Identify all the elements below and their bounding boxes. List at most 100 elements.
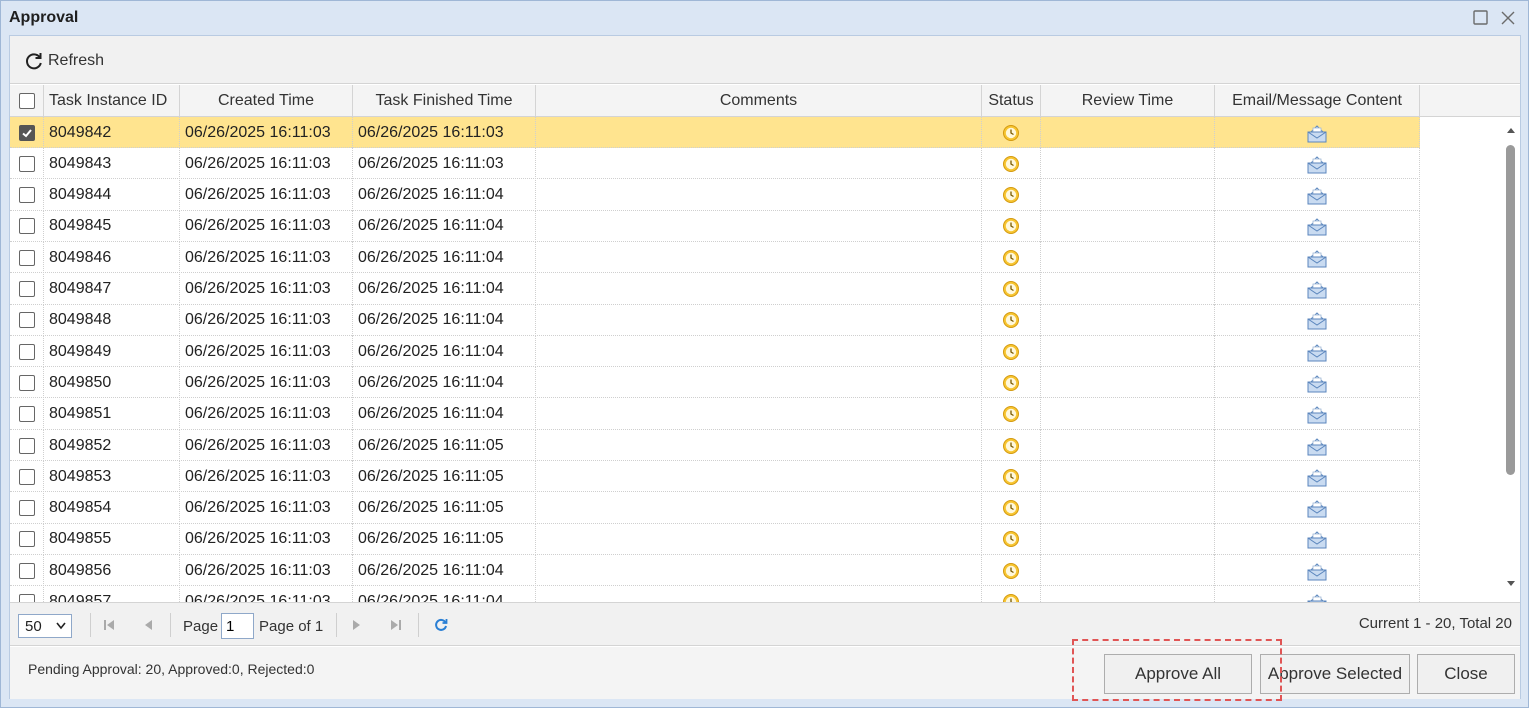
table-row[interactable]: 8049852 06/26/2025 16:11:03 06/26/2025 16:…	[10, 430, 1420, 461]
envelope-icon[interactable]	[1306, 561, 1328, 581]
cell-comments	[536, 523, 982, 555]
envelope-icon[interactable]	[1306, 373, 1328, 393]
envelope-icon[interactable]	[1306, 467, 1328, 487]
cell-created-time: 06/26/2025 16:11:03	[180, 586, 353, 602]
envelope-icon[interactable]	[1306, 310, 1328, 330]
refresh-button[interactable]: Refresh	[18, 48, 110, 74]
envelope-icon[interactable]	[1306, 279, 1328, 299]
cell-task-finished-time: 06/26/2025 16:11:04	[353, 304, 536, 336]
row-checkbox[interactable]	[18, 312, 35, 329]
table-row[interactable]: 8049845 06/26/2025 16:11:03 06/26/2025 16:…	[10, 210, 1420, 242]
row-select-cell	[10, 461, 44, 493]
table-row[interactable]: 8049856 06/26/2025 16:11:03 06/26/2025 16:…	[10, 555, 1420, 587]
table-row[interactable]: 8049848 06/26/2025 16:11:03 06/26/2025 16:…	[10, 304, 1420, 336]
header-status[interactable]: Status	[982, 85, 1041, 117]
cell-email-message-content	[1215, 367, 1420, 399]
cell-created-time: 06/26/2025 16:11:03	[180, 117, 353, 148]
clock-icon	[1002, 468, 1020, 486]
row-checkbox[interactable]	[18, 468, 35, 485]
cell-comments	[536, 304, 982, 336]
table-row[interactable]: 8049847 06/26/2025 16:11:03 06/26/2025 16:…	[10, 273, 1420, 305]
select-all-checkbox[interactable]	[18, 93, 35, 109]
envelope-icon[interactable]	[1306, 529, 1328, 549]
approve-all-button[interactable]: Approve All	[1104, 654, 1252, 694]
row-checkbox[interactable]	[18, 155, 35, 172]
row-select-cell	[10, 273, 44, 305]
table-row[interactable]: 8049849 06/26/2025 16:11:03 06/26/2025 16:…	[10, 336, 1420, 368]
row-checkbox[interactable]	[18, 374, 35, 391]
cell-comments	[536, 336, 982, 368]
cell-status	[982, 273, 1041, 305]
row-checkbox[interactable]	[18, 406, 35, 423]
reload-icon[interactable]	[434, 618, 448, 632]
cell-status	[982, 586, 1041, 602]
envelope-icon[interactable]	[1306, 123, 1328, 143]
cell-created-time: 06/26/2025 16:11:03	[180, 210, 353, 242]
maximize-button[interactable]	[1471, 8, 1491, 28]
table-row[interactable]: 8049853 06/26/2025 16:11:03 06/26/2025 16:…	[10, 461, 1420, 493]
cell-email-message-content	[1215, 117, 1420, 148]
header-created-time[interactable]: Created Time	[180, 85, 353, 117]
page-number-input[interactable]	[221, 613, 254, 639]
table-row[interactable]: 8049854 06/26/2025 16:11:03 06/26/2025 16:…	[10, 492, 1420, 524]
envelope-icon[interactable]	[1306, 185, 1328, 205]
table-row[interactable]: 8049857 06/26/2025 16:11:03 06/26/2025 16:…	[10, 586, 1420, 602]
table-row[interactable]: 8049851 06/26/2025 16:11:03 06/26/2025 16:…	[10, 398, 1420, 430]
cell-email-message-content	[1215, 492, 1420, 524]
cell-task-finished-time: 06/26/2025 16:11:04	[353, 367, 536, 399]
row-checkbox[interactable]	[18, 281, 35, 297]
cell-task-instance-id: 8049857	[44, 586, 180, 602]
envelope-icon[interactable]	[1306, 498, 1328, 518]
row-checkbox[interactable]	[18, 343, 35, 360]
last-page-icon[interactable]	[389, 618, 403, 632]
scrollbar-thumb[interactable]	[1506, 145, 1515, 475]
row-checkbox[interactable]	[18, 562, 35, 579]
scroll-up-arrow-icon[interactable]	[1506, 125, 1516, 135]
envelope-icon[interactable]	[1306, 342, 1328, 362]
clock-icon	[1002, 405, 1020, 423]
row-checkbox[interactable]	[18, 187, 35, 204]
previous-page-icon[interactable]	[141, 618, 155, 632]
envelope-icon[interactable]	[1306, 592, 1328, 602]
row-checkbox[interactable]	[18, 218, 35, 235]
row-checkbox[interactable]	[18, 437, 35, 454]
row-checkbox[interactable]	[18, 594, 35, 602]
cell-task-instance-id: 8049844	[44, 179, 180, 211]
page-size-select[interactable]: 50	[18, 614, 72, 638]
envelope-icon[interactable]	[1306, 248, 1328, 268]
table-row[interactable]: 8049843 06/26/2025 16:11:03 06/26/2025 16:…	[10, 148, 1420, 180]
close-button[interactable]: Close	[1417, 654, 1515, 694]
header-comments[interactable]: Comments	[536, 85, 982, 117]
approve-selected-button[interactable]: Approve Selected	[1260, 654, 1410, 694]
page-size-value: 50	[25, 617, 42, 635]
cell-status	[982, 242, 1041, 274]
header-task-instance-id[interactable]: Task Instance ID	[44, 85, 180, 117]
envelope-icon[interactable]	[1306, 436, 1328, 456]
table-row[interactable]: 8049850 06/26/2025 16:11:03 06/26/2025 16:…	[10, 367, 1420, 399]
header-review-time[interactable]: Review Time	[1041, 85, 1215, 117]
table-row[interactable]: 8049842 06/26/2025 16:11:03 06/26/2025 16:…	[10, 117, 1420, 148]
vertical-scrollbar[interactable]	[1502, 117, 1520, 602]
table-row[interactable]: 8049855 06/26/2025 16:11:03 06/26/2025 16:…	[10, 523, 1420, 555]
window-close-button[interactable]	[1498, 8, 1518, 28]
row-select-cell	[10, 148, 44, 180]
first-page-icon[interactable]	[102, 618, 116, 632]
envelope-icon[interactable]	[1306, 404, 1328, 424]
header-email-message-content[interactable]: Email/Message Content	[1215, 85, 1420, 117]
table-row[interactable]: 8049844 06/26/2025 16:11:03 06/26/2025 16:…	[10, 179, 1420, 211]
envelope-icon[interactable]	[1306, 154, 1328, 174]
row-checkbox[interactable]	[18, 500, 35, 517]
clock-icon	[1002, 374, 1020, 392]
next-page-icon[interactable]	[350, 618, 364, 632]
row-select-cell	[10, 430, 44, 461]
cell-created-time: 06/26/2025 16:11:03	[180, 336, 353, 368]
row-checkbox[interactable]	[18, 124, 35, 141]
row-checkbox[interactable]	[18, 531, 35, 548]
cell-review-time	[1041, 398, 1215, 430]
scroll-down-arrow-icon[interactable]	[1506, 579, 1516, 589]
envelope-icon[interactable]	[1306, 216, 1328, 236]
row-checkbox[interactable]	[18, 249, 35, 266]
table-row[interactable]: 8049846 06/26/2025 16:11:03 06/26/2025 16:…	[10, 242, 1420, 274]
header-task-finished-time[interactable]: Task Finished Time	[353, 85, 536, 117]
cell-review-time	[1041, 273, 1215, 305]
